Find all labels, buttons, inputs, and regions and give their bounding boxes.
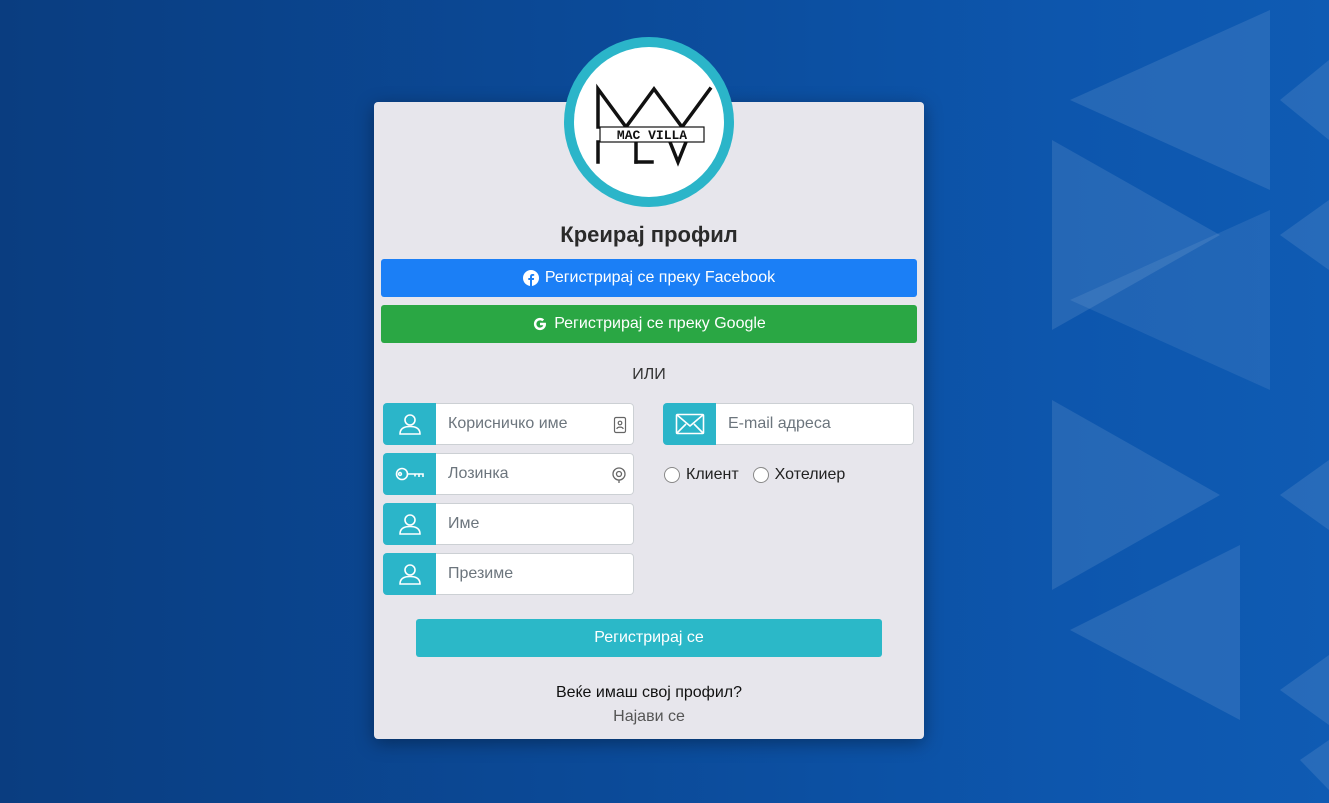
role-radio-group: Клиент Хотелиер	[664, 466, 859, 484]
google-icon	[534, 317, 547, 331]
register-submit-button[interactable]: Регистрирај се	[416, 619, 882, 657]
radio-circle[interactable]	[752, 467, 769, 483]
client-radio[interactable]: Клиент	[664, 466, 739, 484]
facebook-register-label: Регистрирај се преку Facebook	[544, 269, 776, 286]
password-group	[383, 453, 634, 495]
contact-card-icon	[613, 416, 627, 434]
email-group	[663, 403, 914, 445]
user-icon	[383, 403, 436, 445]
email-input[interactable]	[716, 404, 913, 444]
password-input[interactable]	[436, 454, 633, 494]
envelope-icon	[663, 403, 716, 445]
login-link[interactable]: Најави се	[374, 708, 924, 726]
hotelier-radio[interactable]: Хотелиер	[752, 466, 846, 484]
radio-circle[interactable]	[664, 467, 680, 483]
already-have-profile-text: Веќе имаш свој профил?	[555, 684, 743, 701]
lastname-input[interactable]	[436, 554, 633, 594]
background-pattern	[1052, 10, 1329, 790]
page-title: Креирај профил	[560, 222, 738, 247]
or-divider: ИЛИ	[632, 366, 666, 383]
username-group	[383, 403, 634, 445]
firstname-group	[383, 503, 634, 545]
facebook-register-button[interactable]: Регистрирај се преку Facebook	[381, 259, 917, 297]
username-input[interactable]	[436, 404, 633, 444]
user-icon	[383, 503, 436, 545]
lastname-group	[383, 553, 634, 595]
logo-text: MAC VILLA	[617, 128, 687, 143]
password-manager-icon	[612, 467, 626, 483]
mac-villa-logo-icon: MAC VILLA	[596, 83, 713, 167]
facebook-icon	[522, 270, 539, 286]
google-register-label: Регистрирај се преку Google	[554, 315, 766, 332]
hotelier-radio-label: Хотелиер	[774, 466, 846, 483]
google-register-button[interactable]: Регистрирај се преку Google	[381, 305, 917, 343]
logo: MAC VILLA	[564, 37, 734, 207]
client-radio-label: Клиент	[686, 466, 739, 483]
key-icon	[383, 453, 436, 495]
user-icon	[383, 553, 436, 595]
firstname-input[interactable]	[436, 504, 633, 544]
